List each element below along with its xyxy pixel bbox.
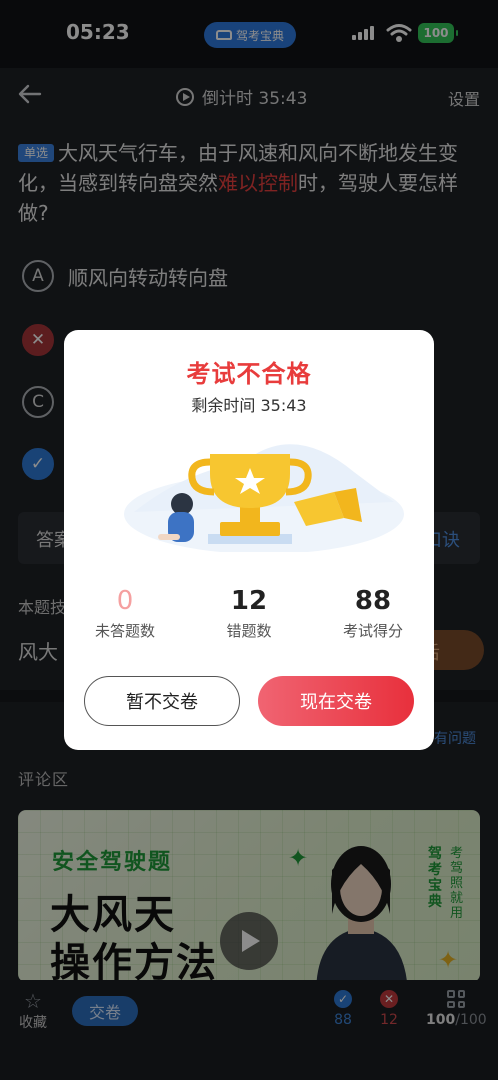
exam-score-label: 考试得分 — [342, 622, 403, 640]
wrong-answers-label: 错题数 — [226, 622, 272, 640]
wrong-answers-count: 12 — [230, 586, 268, 616]
exam-result-modal: 考试不合格 剩余时间 35:43 0 未答题数 12 错题数 88 考试得分 暂… — [64, 330, 434, 750]
unanswered-label: 未答题数 — [94, 622, 155, 640]
unanswered-stat: 0 未答题数 — [70, 586, 180, 641]
unanswered-count: 0 — [116, 586, 134, 616]
trophy-illustration — [124, 444, 404, 552]
result-title: 考试不合格 — [186, 360, 312, 388]
wrong-stat: 12 错题数 — [194, 586, 304, 641]
exam-score: 88 — [354, 586, 392, 616]
submit-now-button[interactable]: 现在交卷 — [258, 676, 414, 726]
remaining-time: 剩余时间 35:43 — [191, 396, 307, 415]
not-submit-button[interactable]: 暂不交卷 — [84, 676, 240, 726]
score-stat: 88 考试得分 — [318, 586, 428, 641]
